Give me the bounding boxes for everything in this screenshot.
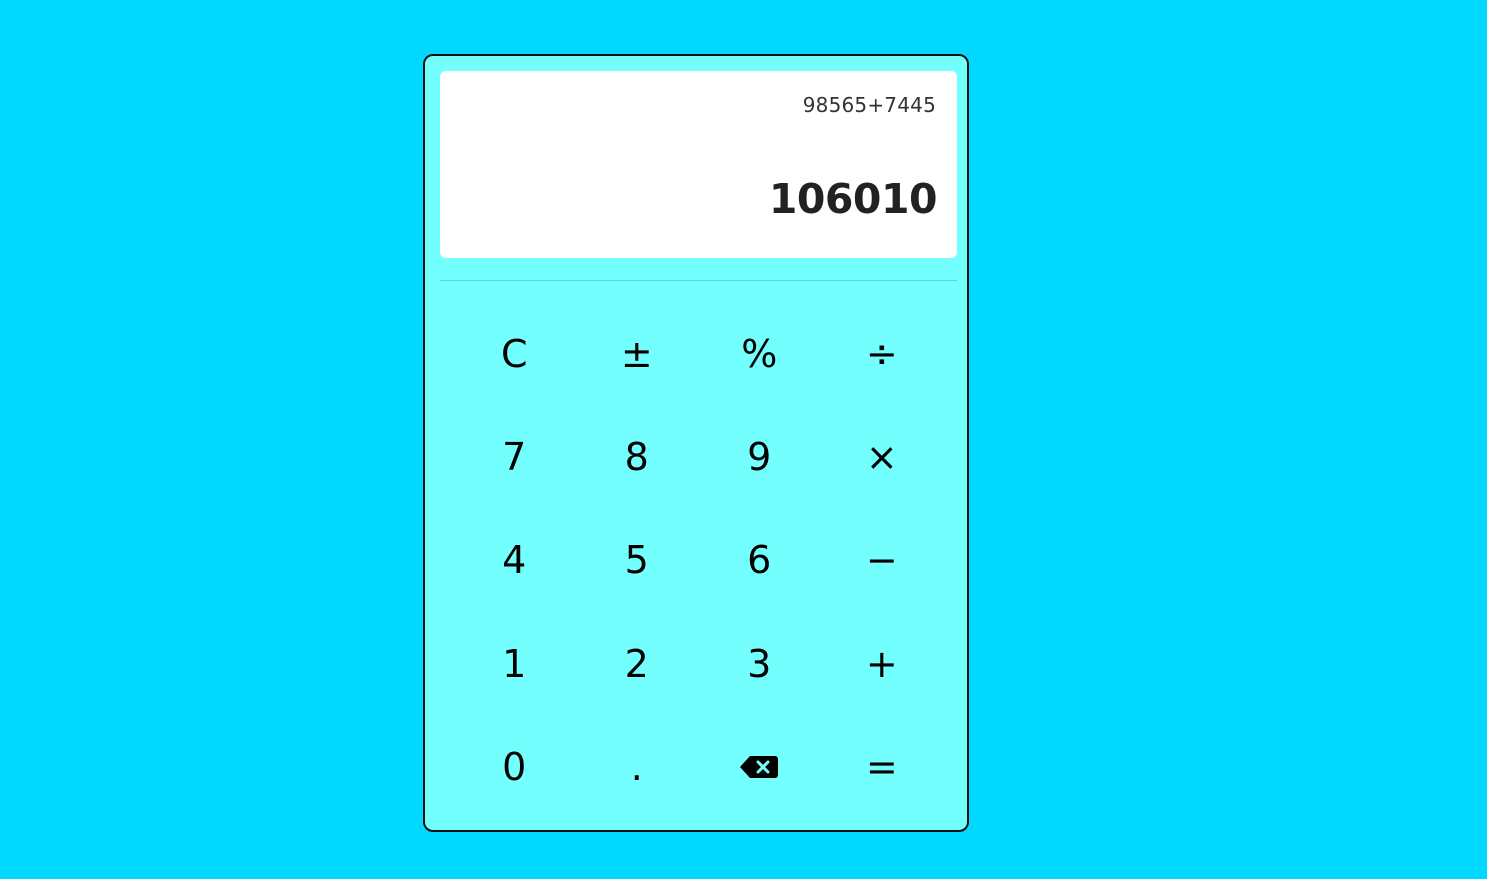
calculator: 98565+7445 106010 C ± % ÷ 7 8 9 × 4 5 6 … bbox=[423, 54, 969, 832]
digit-4-button[interactable]: 4 bbox=[453, 509, 576, 612]
divide-button[interactable]: ÷ bbox=[821, 302, 944, 405]
digit-9-button[interactable]: 9 bbox=[698, 405, 821, 508]
multiply-label: × bbox=[865, 435, 898, 480]
subtract-label: − bbox=[865, 538, 898, 583]
expression-display: 98565+7445 bbox=[802, 93, 936, 117]
add-label: + bbox=[865, 641, 898, 686]
digit-4-label: 4 bbox=[502, 538, 527, 583]
digit-0-label: 0 bbox=[502, 745, 527, 790]
digit-7-label: 7 bbox=[502, 435, 527, 480]
clear-label: C bbox=[500, 331, 528, 376]
multiply-button[interactable]: × bbox=[821, 405, 944, 508]
decimal-button[interactable]: . bbox=[576, 716, 699, 819]
digit-6-button[interactable]: 6 bbox=[698, 509, 821, 612]
digit-7-button[interactable]: 7 bbox=[453, 405, 576, 508]
backspace-button[interactable] bbox=[698, 716, 821, 819]
equals-label: = bbox=[865, 745, 898, 790]
digit-5-label: 5 bbox=[624, 538, 649, 583]
plus-minus-label: ± bbox=[620, 331, 653, 376]
result-display: 106010 bbox=[768, 175, 938, 223]
digit-9-label: 9 bbox=[747, 435, 772, 480]
digit-1-label: 1 bbox=[502, 641, 527, 686]
display-panel: 98565+7445 106010 bbox=[440, 71, 957, 258]
subtract-button[interactable]: − bbox=[821, 509, 944, 612]
decimal-label: . bbox=[630, 745, 643, 790]
digit-1-button[interactable]: 1 bbox=[453, 612, 576, 715]
divider bbox=[440, 280, 957, 281]
digit-3-button[interactable]: 3 bbox=[698, 612, 821, 715]
backspace-icon bbox=[739, 754, 779, 780]
digit-3-label: 3 bbox=[747, 641, 772, 686]
add-button[interactable]: + bbox=[821, 612, 944, 715]
divide-label: ÷ bbox=[865, 331, 898, 376]
plus-minus-button[interactable]: ± bbox=[576, 302, 699, 405]
equals-button[interactable]: = bbox=[821, 716, 944, 819]
percent-label: % bbox=[741, 331, 778, 376]
digit-8-button[interactable]: 8 bbox=[576, 405, 699, 508]
percent-button[interactable]: % bbox=[698, 302, 821, 405]
digit-6-label: 6 bbox=[747, 538, 772, 583]
keypad: C ± % ÷ 7 8 9 × 4 5 6 − 1 2 3 + 0 . = bbox=[453, 302, 943, 819]
digit-2-label: 2 bbox=[624, 641, 649, 686]
digit-2-button[interactable]: 2 bbox=[576, 612, 699, 715]
digit-5-button[interactable]: 5 bbox=[576, 509, 699, 612]
clear-button[interactable]: C bbox=[453, 302, 576, 405]
digit-0-button[interactable]: 0 bbox=[453, 716, 576, 819]
digit-8-label: 8 bbox=[624, 435, 649, 480]
